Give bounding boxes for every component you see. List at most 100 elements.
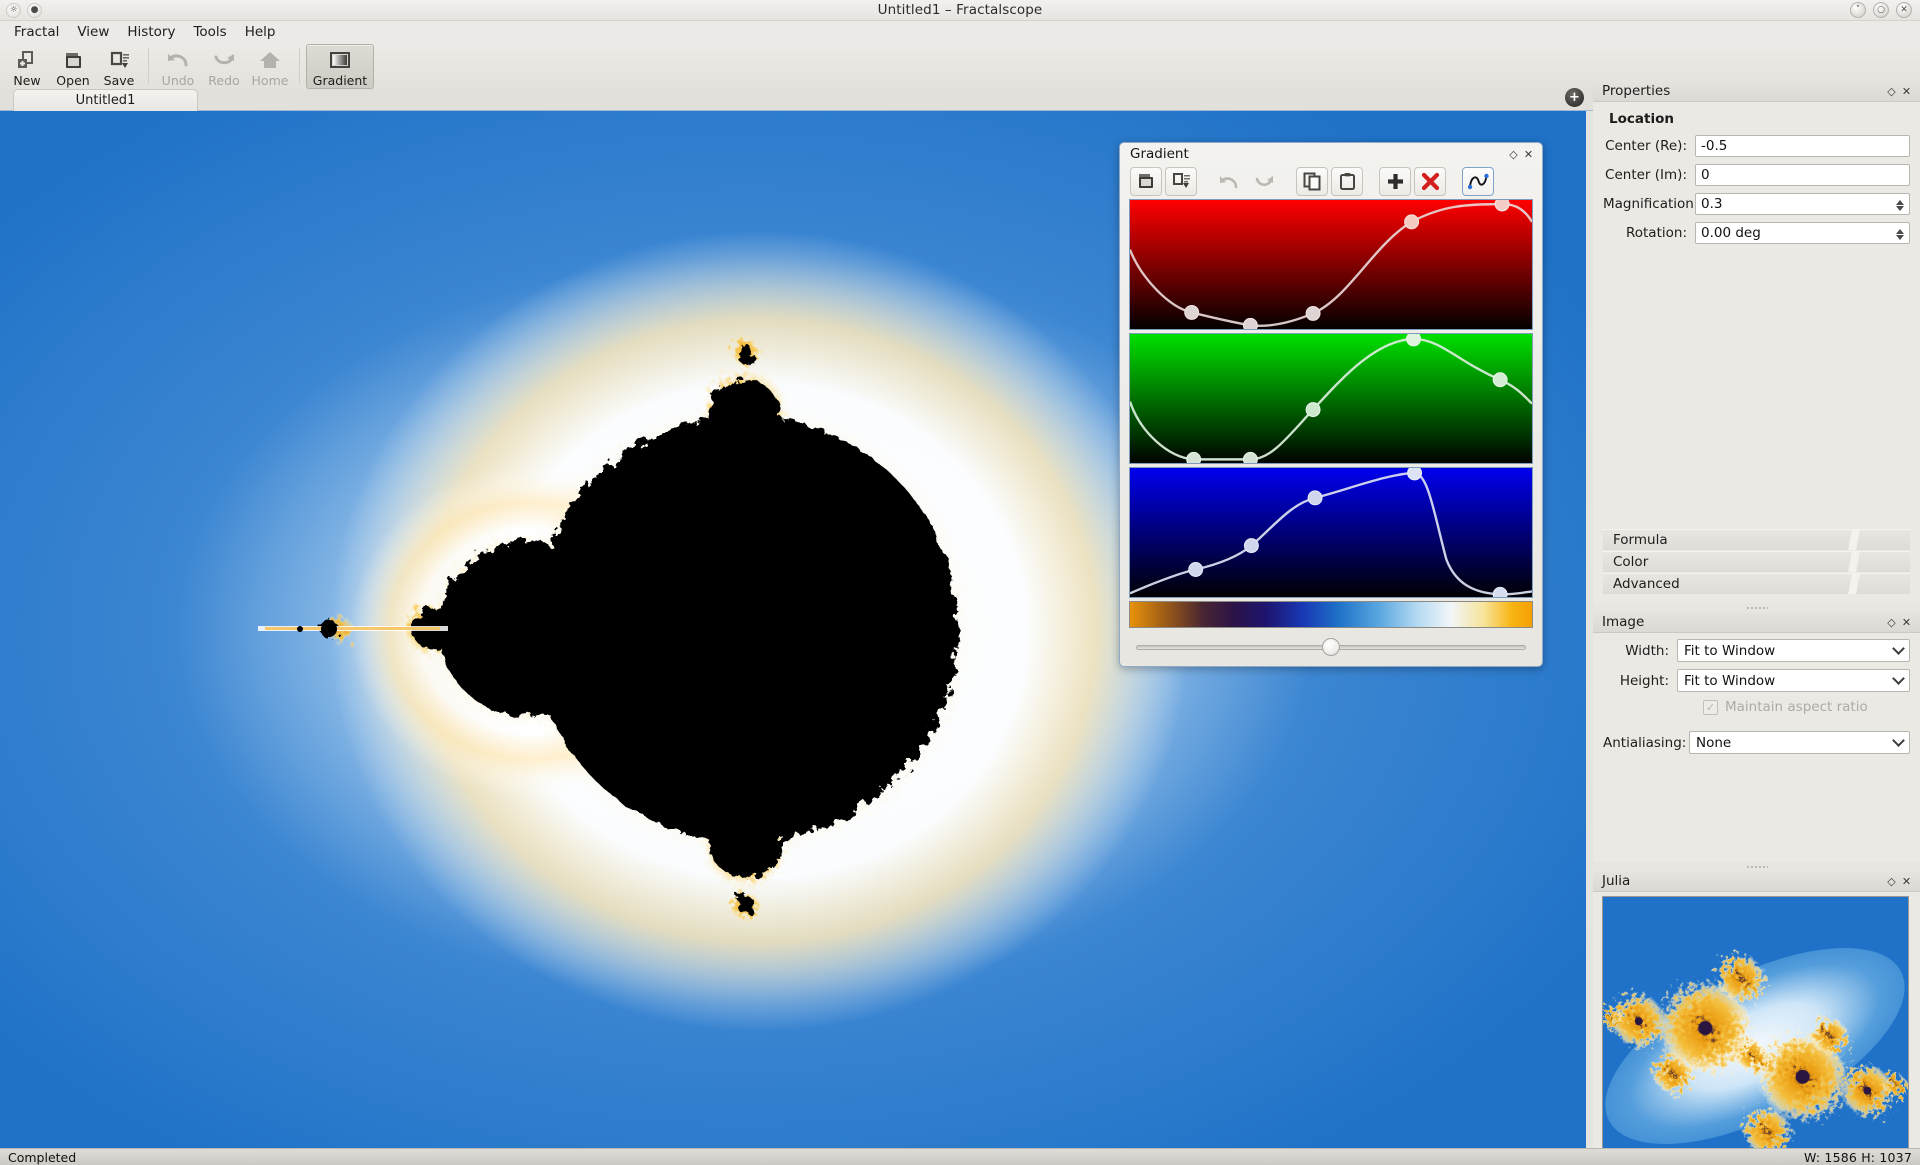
- redo-arrow-icon: [1253, 174, 1275, 190]
- new-button-label: New: [13, 73, 40, 88]
- delete-point-button[interactable]: [1414, 167, 1446, 196]
- app-menu-icon[interactable]: ☼: [6, 3, 21, 18]
- minimize-button[interactable]: ˅: [1850, 2, 1866, 18]
- menu-help[interactable]: Help: [237, 22, 284, 42]
- undo-button[interactable]: [1213, 167, 1245, 196]
- section-formula[interactable]: Formula: [1603, 529, 1910, 550]
- toolbar-separator-1: [148, 48, 149, 84]
- center-im-row: Center (Im): 0: [1603, 164, 1910, 186]
- maintain-aspect-ratio-checkbox[interactable]: ✓: [1703, 700, 1718, 715]
- image-panel-body: Width: Fit to Window Height: Fit to Wind…: [1593, 633, 1920, 769]
- close-icon[interactable]: ✕: [1521, 147, 1536, 162]
- menu-fractal[interactable]: Fractal: [6, 22, 67, 42]
- collapsed-sections: Formula Color Advanced: [1603, 529, 1910, 595]
- open-button[interactable]: Open: [50, 44, 96, 89]
- green-channel-plot: [1130, 334, 1532, 464]
- gradient-toolbar: [1120, 165, 1542, 199]
- menu-tools[interactable]: Tools: [185, 22, 234, 42]
- menu-view[interactable]: View: [69, 22, 117, 42]
- spinner-arrows-icon[interactable]: [1894, 196, 1905, 214]
- paste-button[interactable]: [1331, 167, 1363, 196]
- home-button[interactable]: Home: [247, 44, 293, 89]
- close-icon[interactable]: ✕: [1899, 874, 1914, 889]
- gradient-button[interactable]: Gradient: [306, 44, 374, 89]
- center-re-label: Center (Re):: [1603, 138, 1695, 154]
- slider-thumb[interactable]: [1322, 638, 1340, 656]
- rotation-stepper[interactable]: 0.00 deg: [1695, 222, 1910, 244]
- dock-grip-2[interactable]: [1593, 862, 1920, 871]
- julia-preview[interactable]: [1602, 896, 1909, 1165]
- chevron-down-icon: [1894, 740, 1903, 746]
- julia-panel-header: Julia ◇ ✕: [1593, 871, 1920, 892]
- julia-panel-body: [1593, 892, 1920, 1165]
- plus-circle-icon[interactable]: +: [1565, 88, 1584, 107]
- spline-curve-icon: [1468, 172, 1489, 191]
- status-dimensions: W: 1586 H: 1037: [1804, 1150, 1912, 1165]
- dock-splitter-handle[interactable]: [1586, 111, 1593, 1148]
- float-panel-icon[interactable]: ◇: [1884, 615, 1899, 630]
- chevron-down-icon: [1894, 648, 1903, 654]
- plus-icon: [1386, 172, 1405, 191]
- gradient-dialog-header[interactable]: Gradient ◇ ✕: [1120, 143, 1542, 165]
- redo-button[interactable]: Redo: [201, 44, 247, 89]
- gradient-offset-slider[interactable]: [1136, 637, 1526, 657]
- composite-gradient-bar: [1130, 602, 1532, 627]
- toolbar-separator-2: [299, 48, 300, 84]
- open-gradient-button[interactable]: [1130, 167, 1162, 196]
- close-icon[interactable]: ✕: [1899, 615, 1914, 630]
- image-panel: Image ◇ ✕ Width: Fit to Window Height: F…: [1593, 612, 1920, 862]
- open-folder-icon: [63, 49, 84, 71]
- new-button[interactable]: New: [4, 44, 50, 89]
- float-panel-icon[interactable]: ◇: [1506, 147, 1521, 162]
- float-panel-icon[interactable]: ◇: [1884, 84, 1899, 99]
- section-advanced[interactable]: Advanced: [1603, 573, 1910, 594]
- maximize-button[interactable]: ○: [1873, 2, 1889, 18]
- gradient-preview-strip[interactable]: [1129, 601, 1533, 628]
- green-channel-curve-editor[interactable]: [1129, 333, 1533, 464]
- red-channel-curve-editor[interactable]: [1129, 199, 1533, 330]
- close-icon[interactable]: ✕: [1899, 84, 1914, 99]
- section-color[interactable]: Color: [1603, 551, 1910, 572]
- redo-arrow-icon: [212, 49, 236, 71]
- undo-arrow-icon: [166, 49, 190, 71]
- maintain-aspect-ratio-row: ✓ Maintain aspect ratio: [1703, 699, 1910, 715]
- close-button[interactable]: ✕: [1896, 2, 1912, 18]
- width-label: Width:: [1603, 643, 1677, 659]
- right-dock: Properties ◇ ✕ Location Center (Re): -0.…: [1593, 81, 1920, 1145]
- save-gradient-button[interactable]: [1165, 167, 1197, 196]
- height-row: Height: Fit to Window: [1603, 669, 1910, 692]
- center-re-row: Center (Re): -0.5: [1603, 135, 1910, 157]
- tab-label: Untitled1: [76, 93, 136, 108]
- menu-bar: Fractal View History Tools Help: [0, 21, 1920, 42]
- smooth-curve-button[interactable]: [1462, 167, 1494, 196]
- undo-button[interactable]: Undo: [155, 44, 201, 89]
- magnification-label: Magnification:: [1603, 196, 1695, 212]
- blue-channel-curve-editor[interactable]: [1129, 467, 1533, 598]
- open-folder-icon: [1137, 172, 1156, 191]
- center-im-input[interactable]: 0: [1695, 164, 1910, 186]
- add-point-button[interactable]: [1379, 167, 1411, 196]
- float-panel-icon[interactable]: ◇: [1884, 874, 1899, 889]
- status-bar: Completed W: 1586 H: 1037: [0, 1148, 1920, 1165]
- center-re-input[interactable]: -0.5: [1695, 135, 1910, 157]
- redo-button[interactable]: [1248, 167, 1280, 196]
- gradient-button-label: Gradient: [313, 73, 367, 88]
- red-channel-plot: [1130, 200, 1532, 330]
- application-window: ☼ ● Untitled1 – Fractalscope ˅ ○ ✕ Fract…: [0, 0, 1920, 1165]
- magnification-stepper[interactable]: 0.3: [1695, 193, 1910, 215]
- julia-panel: Julia ◇ ✕: [1593, 871, 1920, 1165]
- width-select[interactable]: Fit to Window: [1677, 639, 1910, 662]
- spinner-arrows-icon[interactable]: [1894, 225, 1905, 243]
- menu-history[interactable]: History: [119, 22, 183, 42]
- dock-grip-1[interactable]: [1593, 603, 1920, 612]
- height-select[interactable]: Fit to Window: [1677, 669, 1910, 692]
- magnification-row: Magnification: 0.3: [1603, 193, 1910, 215]
- save-gradient-icon: [1172, 172, 1191, 191]
- copy-button[interactable]: [1296, 167, 1328, 196]
- save-button-label: Save: [104, 73, 135, 88]
- antialiasing-row: Antialiasing: None: [1603, 731, 1910, 754]
- app-status-icon[interactable]: ●: [27, 3, 42, 18]
- tab-untitled1[interactable]: Untitled1: [13, 89, 198, 111]
- antialiasing-select[interactable]: None: [1689, 731, 1910, 754]
- save-button[interactable]: Save: [96, 44, 142, 89]
